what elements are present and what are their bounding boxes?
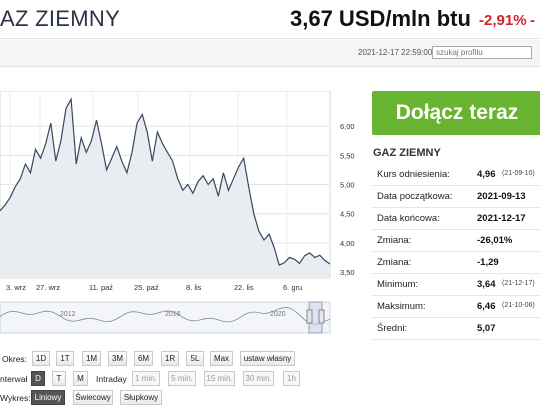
quote-timestamp: 2021-12-17 22:59:00 bbox=[358, 48, 433, 57]
period-label: Okres: bbox=[2, 354, 28, 364]
chart-type-bar-button[interactable]: Słupkowy bbox=[120, 390, 162, 405]
current-price: 3,67 USD/mln btu bbox=[290, 6, 471, 31]
x-tick-label: 22. lis bbox=[234, 283, 254, 292]
period-3m-button[interactable]: 3M bbox=[108, 351, 127, 366]
x-tick-label: 11. paź bbox=[89, 283, 113, 292]
stat-date: (21-10-06) bbox=[502, 302, 535, 309]
period-max-button[interactable]: Max bbox=[210, 351, 233, 366]
stat-value: 6,46 bbox=[477, 301, 496, 312]
period-6m-button[interactable]: 6M bbox=[134, 351, 153, 366]
stat-row-reference: Kurs odniesienia: 4,96 (21-09-10) bbox=[372, 164, 540, 186]
intraday-15min-button[interactable]: 15 min. bbox=[204, 371, 235, 386]
stat-date: (21-12-17) bbox=[502, 280, 535, 287]
intraday-1h-button[interactable]: 1h bbox=[283, 371, 300, 386]
interval-label: nterwał bbox=[0, 374, 28, 384]
y-tick-label: 5,00 bbox=[340, 181, 355, 190]
intraday-5min-button[interactable]: 5 min. bbox=[168, 371, 196, 386]
interval-daily-button[interactable]: D bbox=[31, 371, 45, 386]
period-1t-button[interactable]: 1T bbox=[56, 351, 74, 366]
stat-label: Maksimum: bbox=[377, 301, 426, 312]
stat-value: 4,96 bbox=[477, 169, 496, 180]
stat-row-change-pct: Zmiana: -26,01% bbox=[372, 230, 540, 252]
x-tick-label: 27. wrz bbox=[36, 283, 60, 292]
stat-label: Data końcowa: bbox=[377, 213, 440, 224]
stat-row-change-abs: Zmiana: -1,29 bbox=[372, 252, 540, 274]
period-controls: Okres: 1D 1T 1M 3M 6M 1R 5L Max ustaw wł… bbox=[0, 351, 300, 367]
navigator-year-label: 2016 bbox=[165, 311, 181, 318]
stat-label: Zmiana: bbox=[377, 235, 412, 246]
x-tick-label: 8. lis bbox=[186, 283, 202, 292]
side-panel-title: GAZ ZIEMNY bbox=[373, 147, 441, 159]
stat-row-maximum: Maksimum: 6,46 (21-10-06) bbox=[372, 296, 540, 318]
y-tick-label: 5,50 bbox=[340, 151, 355, 160]
interval-controls: nterwał D T M Intraday 1 min. 5 min. 15 … bbox=[0, 371, 305, 387]
price-chart-svg: 6,00 5,50 5,00 4,50 4,00 3,50 3. wrz 27. wrz 11… bbox=[0, 90, 355, 334]
x-tick-label: 3. wrz bbox=[6, 283, 26, 292]
intraday-30min-button[interactable]: 30 min. bbox=[243, 371, 274, 386]
stat-value: 5,07 bbox=[477, 323, 496, 334]
chart-type-candle-button[interactable]: Świecowy bbox=[73, 390, 113, 405]
chart-type-label: Wykres: bbox=[0, 393, 31, 403]
header-divider bbox=[0, 38, 540, 39]
chart-type-line-button[interactable]: Liniowy bbox=[31, 390, 65, 405]
period-1r-button[interactable]: 1R bbox=[161, 351, 179, 366]
stat-value: -1,29 bbox=[477, 257, 499, 268]
y-tick-label: 6,00 bbox=[340, 122, 355, 131]
navigator-right-handle[interactable] bbox=[318, 309, 325, 324]
intraday-label: Intraday bbox=[96, 374, 127, 384]
stat-label: Zmiana: bbox=[377, 257, 412, 268]
y-tick-label: 4,00 bbox=[340, 239, 355, 248]
period-1m-button[interactable]: 1M bbox=[82, 351, 101, 366]
navigator-year-label: 2012 bbox=[60, 311, 76, 318]
stat-date: (21-09-10) bbox=[502, 170, 535, 177]
stat-row-average: Średni: 5,07 bbox=[372, 318, 540, 340]
statistics-table: Kurs odniesienia: 4,96 (21-09-10) Data poc… bbox=[372, 164, 540, 340]
x-tick-label: 25. paź bbox=[134, 283, 159, 292]
stat-row-end-date: Data końcowa: 2021-12-17 bbox=[372, 208, 540, 230]
chart-type-controls: Wykres: Liniowy Świecowy Słupkowy bbox=[0, 390, 170, 406]
period-custom-button[interactable]: ustaw własny bbox=[240, 351, 295, 366]
y-tick-label: 4,50 bbox=[340, 210, 355, 219]
interval-monthly-button[interactable]: M bbox=[73, 371, 88, 386]
interval-weekly-button[interactable]: T bbox=[52, 371, 66, 386]
price-chart: 6,00 5,50 5,00 4,50 4,00 3,50 3. wrz 27. wrz 11… bbox=[0, 90, 362, 338]
join-now-button[interactable]: Dołącz teraz bbox=[372, 91, 540, 135]
period-1d-button[interactable]: 1D bbox=[32, 351, 50, 366]
stat-label: Minimum: bbox=[377, 279, 419, 290]
stat-label: Kurs odniesienia: bbox=[377, 169, 450, 180]
stat-value: 2021-12-17 bbox=[477, 213, 526, 224]
price-change-absolute: - bbox=[530, 12, 535, 29]
stat-row-minimum: Minimum: 3,64 (21-12-17) bbox=[372, 274, 540, 296]
navigator-year-label: 2020 bbox=[270, 311, 286, 318]
period-5l-button[interactable]: 5L bbox=[186, 351, 204, 366]
stat-label: Data początkowa: bbox=[377, 191, 453, 202]
intraday-1min-button[interactable]: 1 min. bbox=[132, 371, 160, 386]
stat-value: -26,01% bbox=[477, 235, 513, 246]
profile-search-input[interactable] bbox=[432, 46, 532, 59]
price-change-percent: -2,91% bbox=[479, 12, 527, 29]
stat-value: 2021-09-13 bbox=[477, 191, 526, 202]
navigator-left-handle[interactable] bbox=[306, 309, 313, 324]
x-tick-label: 6. gru bbox=[283, 283, 302, 292]
stat-row-start-date: Data początkowa: 2021-09-13 bbox=[372, 186, 540, 208]
y-tick-label: 3,50 bbox=[340, 268, 355, 277]
instrument-title: AZ ZIEMNY bbox=[0, 6, 121, 31]
stat-value: 3,64 bbox=[477, 279, 496, 290]
stat-label: Średni: bbox=[377, 323, 408, 334]
